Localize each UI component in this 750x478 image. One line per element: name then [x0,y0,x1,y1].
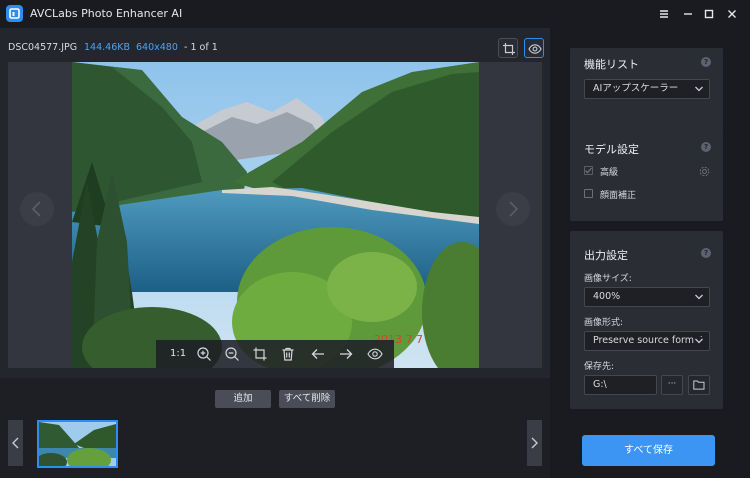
help-icon[interactable]: ? [701,57,711,67]
face-correction-label: 顔面補正 [600,191,637,201]
image-size-select[interactable]: 400% [584,287,710,307]
thumbnail-prev-button[interactable] [8,420,23,466]
preview-photo: 2013 7 7 [72,62,479,368]
chevron-right-icon [509,201,519,217]
crop-icon [503,43,515,55]
trash-icon[interactable] [280,346,296,362]
crop-icon[interactable] [252,346,268,362]
browse-path-button[interactable]: ··· [661,375,683,395]
advanced-checkbox[interactable] [584,166,593,175]
help-icon[interactable]: ? [701,248,711,258]
preview-toolbar: 1:1 [156,340,394,368]
model-settings-title: モデル設定 [584,143,639,156]
maximize-icon[interactable] [700,5,718,23]
output-settings-card: 出力設定 ? 画像サイズ: 400% 画像形式: Preserve source… [570,231,723,409]
file-info-bar: DSC04577.JPG 144.46KB 640x480 - 1 of 1 [0,28,550,64]
crop-toggle-button[interactable] [498,38,518,58]
model-settings-card: モデル設定 ? 高級 顔面補正 [570,134,723,221]
image-size-value: 400% [593,291,621,302]
chevron-left-icon [12,437,19,449]
chevron-left-icon [31,201,41,217]
save-all-button[interactable]: すべて保存 [582,435,715,466]
file-counter: - 1 of 1 [184,42,218,53]
workspace: DSC04577.JPG 144.46KB 640x480 - 1 of 1 2… [0,28,550,478]
image-format-select[interactable]: Preserve source format [584,331,710,351]
title-bar: AVCLabs Photo Enhancer AI [0,0,750,28]
app-window: AVCLabs Photo Enhancer AI DSC04577.JPG 1… [0,0,750,478]
save-path-input[interactable]: G:\ [584,375,657,395]
previous-image-button[interactable] [20,192,54,226]
help-icon[interactable]: ? [701,142,711,152]
chevron-down-icon [695,294,703,300]
hamburger-menu-icon[interactable] [655,5,673,23]
checkmark-icon [585,167,592,174]
eye-icon [528,44,542,54]
minimize-icon[interactable] [679,5,697,23]
chevron-down-icon [694,337,704,345]
file-size: 144.46KB [84,42,130,53]
thumbnail-next-button[interactable] [527,420,542,466]
chevron-down-icon [695,86,703,92]
remove-all-button[interactable]: すべて削除 [279,390,335,408]
arrow-left-icon[interactable] [310,346,326,362]
open-folder-button[interactable] [688,375,710,395]
close-icon[interactable] [723,5,741,23]
feature-select[interactable]: AIアップスケーラー [584,79,710,99]
compare-view-button[interactable] [524,38,544,58]
folder-icon [693,380,705,390]
arrow-right-icon[interactable] [338,346,354,362]
add-button[interactable]: 追加 [215,390,271,408]
save-to-label: 保存先: [584,362,615,372]
actual-size-button[interactable]: 1:1 [170,348,186,359]
feature-list-title: 機能リスト [584,58,639,71]
app-logo-icon [6,5,23,22]
settings-panel: 機能リスト ? AIアップスケーラー モデル設定 ? 高級 顔面補正 出力設定 … [550,28,750,478]
face-correction-checkbox[interactable] [584,189,593,198]
zoom-in-icon[interactable] [196,346,212,362]
image-preview-area: 2013 7 7 1:1 [8,62,542,368]
file-dimensions: 640x480 [136,42,178,53]
advanced-label: 高級 [600,168,619,178]
zoom-out-icon[interactable] [224,346,240,362]
file-name: DSC04577.JPG [8,42,78,53]
thumbnail-strip: 追加 すべて削除 [0,378,550,478]
feature-select-value: AIアップスケーラー [593,83,679,94]
feature-list-card: 機能リスト ? AIアップスケーラー [570,48,723,137]
image-size-label: 画像サイズ: [584,274,632,284]
next-image-button[interactable] [496,192,530,226]
image-format-label: 画像形式: [584,318,624,328]
thumbnail-item[interactable] [37,420,118,468]
app-title: AVCLabs Photo Enhancer AI [30,7,183,20]
gear-icon[interactable] [699,166,710,177]
eye-icon[interactable] [367,346,383,362]
image-format-value: Preserve source format [593,335,704,346]
output-settings-title: 出力設定 [584,249,628,262]
chevron-right-icon [531,437,538,449]
